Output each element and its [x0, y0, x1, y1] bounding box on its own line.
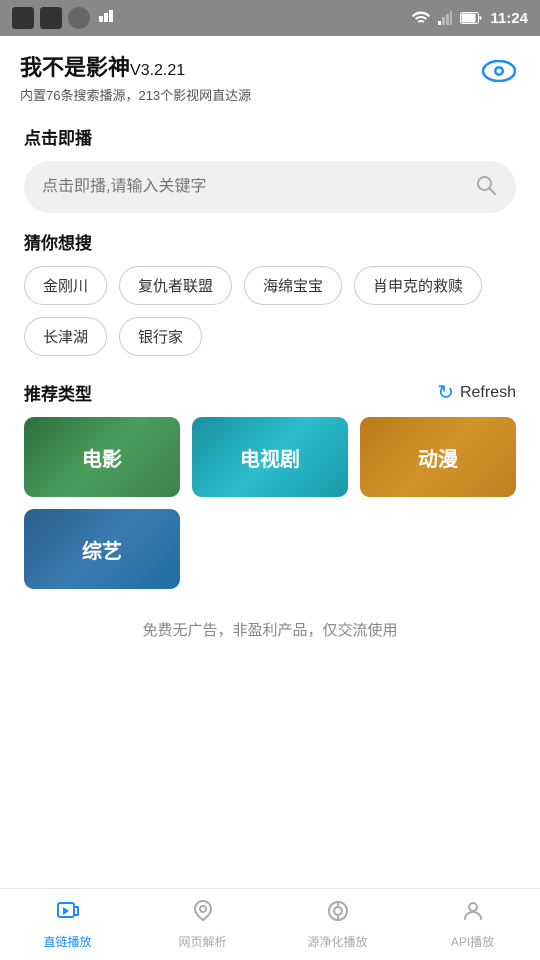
nav-purify-label: 源净化播放 — [307, 933, 367, 950]
web-parse-icon — [191, 899, 215, 929]
app-icon-1 — [12, 7, 34, 29]
category-movies[interactable]: 电影 — [24, 417, 180, 497]
status-left-icons — [12, 7, 116, 29]
category-tv[interactable]: 电视剧 — [192, 417, 348, 497]
status-bar: 11:24 — [0, 0, 540, 36]
nav-api-play[interactable]: API播放 — [405, 899, 540, 950]
refresh-icon: ↻ — [437, 380, 454, 405]
direct-play-icon — [56, 899, 80, 929]
category-section: 推荐类型 ↻ Refresh 电影 电视剧 动漫 综艺 — [0, 372, 540, 589]
wifi-icon — [412, 11, 430, 25]
search-icon — [474, 173, 498, 202]
category-header: 推荐类型 ↻ Refresh — [0, 372, 540, 417]
tag-banker[interactable]: 银行家 — [119, 317, 202, 356]
search-section: 点击即播 — [0, 114, 540, 229]
search-input[interactable] — [42, 178, 474, 196]
suggestions-title: 猜你想搜 — [24, 229, 516, 254]
tag-shawshank[interactable]: 肖申克的救赎 — [354, 266, 482, 305]
app-icon-4 — [96, 8, 116, 28]
footer-text: 免费无广告，非盈利产品，仅交流使用 — [0, 589, 540, 660]
search-wrap — [0, 157, 540, 229]
battery-icon — [460, 12, 482, 24]
tag-jingangchuan[interactable]: 金刚川 — [24, 266, 107, 305]
eye-icon — [482, 60, 516, 82]
eye-button[interactable] — [478, 50, 520, 92]
bottom-nav: 直链播放 网页解析 源净化播放 API播放 — [0, 888, 540, 960]
search-box[interactable] — [24, 161, 516, 213]
status-right-info: 11:24 — [412, 10, 528, 27]
refresh-button[interactable]: ↻ Refresh — [437, 380, 516, 405]
refresh-label: Refresh — [460, 384, 516, 402]
suggestion-tags: 金刚川 复仇者联盟 海绵宝宝 肖申克的救赎 长津湖 银行家 — [24, 266, 516, 356]
category-anime[interactable]: 动漫 — [360, 417, 516, 497]
category-title: 推荐类型 — [24, 380, 92, 405]
app-header: 我不是影神V3.2.21 内置76条搜索播源，213个影视网直达源 — [0, 36, 540, 114]
api-play-icon — [461, 899, 485, 929]
purify-play-icon — [326, 899, 350, 929]
search-title: 点击即播 — [0, 114, 540, 157]
tag-spongebob[interactable]: 海绵宝宝 — [244, 266, 342, 305]
app-icon-3 — [68, 7, 90, 29]
category-variety[interactable]: 综艺 — [24, 509, 180, 589]
app-subtitle: 内置76条搜索播源，213个影视网直达源 — [20, 85, 251, 104]
nav-api-label: API播放 — [451, 933, 494, 950]
signal-icon — [438, 11, 452, 25]
nav-direct-play[interactable]: 直链播放 — [0, 899, 135, 950]
suggestions-section: 猜你想搜 金刚川 复仇者联盟 海绵宝宝 肖申克的救赎 长津湖 银行家 — [0, 229, 540, 372]
header-left: 我不是影神V3.2.21 内置76条搜索播源，213个影视网直达源 — [20, 50, 251, 104]
tag-changjinhu[interactable]: 长津湖 — [24, 317, 107, 356]
nav-web-label: 网页解析 — [178, 933, 226, 950]
category-grid: 电影 电视剧 动漫 综艺 — [0, 417, 540, 589]
nav-direct-label: 直链播放 — [43, 933, 91, 950]
app-icon-2 — [40, 7, 62, 29]
clock: 11:24 — [490, 10, 528, 27]
tag-avengers[interactable]: 复仇者联盟 — [119, 266, 232, 305]
nav-web-parse[interactable]: 网页解析 — [135, 899, 270, 950]
nav-purify-play[interactable]: 源净化播放 — [270, 899, 405, 950]
app-title: 我不是影神V3.2.21 — [20, 50, 251, 82]
